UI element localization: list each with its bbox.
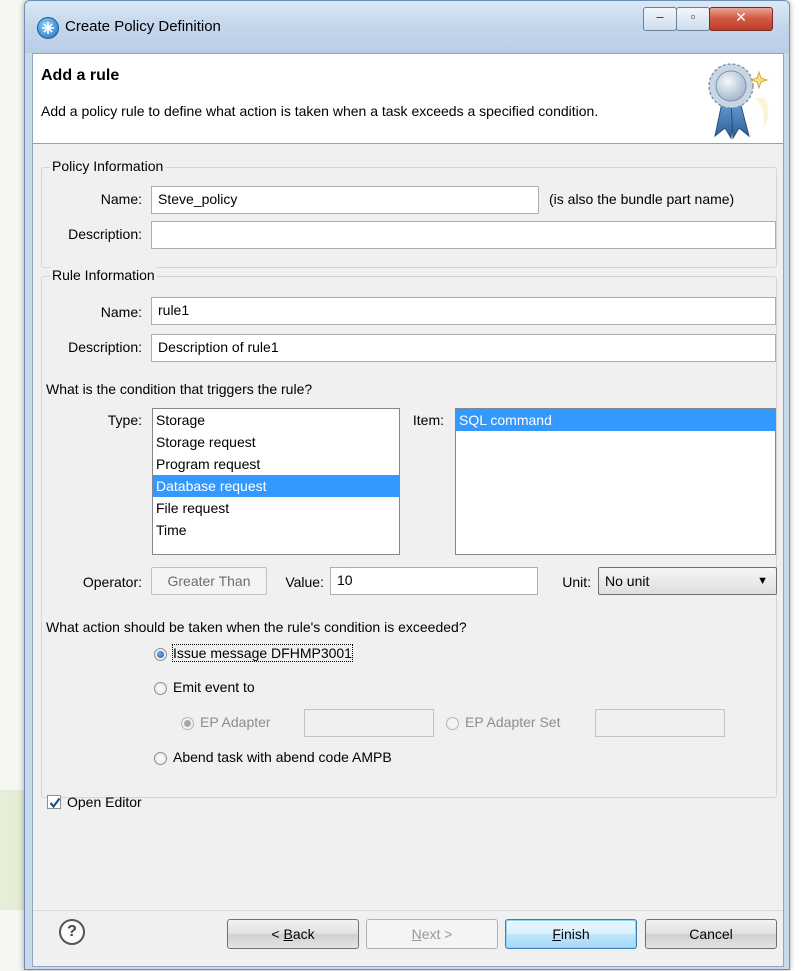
next-button-mnemonic: N [411, 926, 422, 942]
policy-description-label: Description: [68, 226, 142, 242]
rule-name-label: Name: [100, 304, 142, 320]
close-icon: ✕ [735, 9, 747, 25]
unit-dropdown[interactable]: No unit ▼ [598, 567, 777, 595]
emit-event-radio[interactable] [154, 682, 167, 695]
policy-description-input[interactable] [151, 221, 776, 249]
open-editor-label[interactable]: Open Editor [67, 794, 142, 810]
policy-name-label: Name: [100, 191, 142, 207]
item-listbox[interactable]: SQL command [455, 408, 776, 555]
page-description: Add a policy rule to define what action … [41, 103, 599, 119]
ep-adapter-set-label: EP Adapter Set [465, 714, 561, 730]
abend-radio[interactable] [154, 752, 167, 765]
back-button-label: ack [292, 926, 315, 942]
policy-name-hint: (is also the bundle part name) [549, 191, 735, 207]
award-ribbon-icon [708, 63, 769, 140]
action-question: What action should be taken when the rul… [46, 619, 467, 635]
operator-label: Operator: [82, 574, 142, 590]
type-option[interactable]: Time [153, 519, 399, 541]
emit-event-label[interactable]: Emit event to [173, 679, 255, 695]
maximize-button[interactable]: ▫ [676, 7, 710, 31]
dialog-client: Add a rule Add a policy rule to define w… [32, 53, 784, 967]
window-title: Create Policy Definition [65, 18, 221, 35]
policy-name-input[interactable]: Steve_policy [151, 186, 539, 214]
cancel-button[interactable]: Cancel [645, 919, 777, 949]
minimize-icon: – [656, 9, 664, 24]
abend-label[interactable]: Abend task with abend code AMPB [173, 749, 392, 765]
finish-button-label: inish [560, 926, 590, 942]
type-option-selected[interactable]: Database request [153, 475, 399, 497]
type-option[interactable]: Program request [153, 453, 399, 475]
back-button-mnemonic: B [283, 926, 293, 942]
rule-information-legend: Rule Information [50, 267, 157, 283]
minimize-button[interactable]: – [643, 7, 677, 31]
unit-selected-value: No unit [605, 573, 650, 589]
rule-information-group: Rule Information Name: rule1 Description… [41, 267, 777, 798]
operator-button[interactable]: Greater Than [151, 567, 267, 595]
policy-information-legend: Policy Information [50, 158, 166, 174]
ep-adapter-set-input[interactable] [595, 709, 725, 737]
page-title: Add a rule [41, 67, 120, 84]
chevron-down-icon: ▼ [757, 575, 768, 587]
type-label: Type: [107, 412, 142, 428]
type-option[interactable]: File request [153, 497, 399, 519]
ep-adapter-label: EP Adapter [200, 714, 271, 730]
unit-label: Unit: [562, 574, 591, 590]
ep-adapter-input[interactable] [304, 709, 434, 737]
footer-separator [33, 910, 783, 911]
rule-name-input[interactable]: rule1 [151, 297, 776, 325]
next-button-label: ext > [421, 926, 453, 942]
help-icon[interactable]: ? [59, 919, 85, 945]
app-icon [37, 17, 59, 39]
rule-description-label: Description: [68, 339, 142, 355]
type-listbox[interactable]: Storage Storage request Program request … [152, 408, 400, 555]
title-bar: Create Policy Definition – ▫ ✕ [25, 1, 789, 53]
item-label: Item: [412, 412, 444, 428]
value-label: Value: [285, 574, 324, 590]
back-button-prefix: < [271, 926, 284, 942]
finish-button-mnemonic: F [552, 926, 561, 942]
open-editor-checkbox[interactable] [47, 795, 61, 809]
item-option-selected[interactable]: SQL command [456, 409, 775, 431]
issue-message-label[interactable]: Issue message DFHMP3001 [172, 644, 353, 662]
type-option[interactable]: Storage request [153, 431, 399, 453]
wizard-header: Add a rule Add a policy rule to define w… [33, 54, 783, 144]
type-option[interactable]: Storage [153, 409, 399, 431]
policy-information-group: Policy Information Name: Steve_policy (i… [41, 158, 777, 268]
ep-adapter-radio[interactable] [181, 717, 194, 730]
condition-question: What is the condition that triggers the … [46, 381, 313, 397]
ep-adapter-set-radio[interactable] [446, 717, 459, 730]
checkmark-icon [49, 797, 61, 809]
rule-description-input[interactable]: Description of rule1 [151, 334, 776, 362]
close-button[interactable]: ✕ [709, 7, 773, 31]
maximize-icon: ▫ [690, 9, 696, 24]
value-input[interactable]: 10 [330, 567, 538, 595]
next-button[interactable]: Next > [366, 919, 498, 949]
back-button[interactable]: < Back [227, 919, 359, 949]
dialog-window: Create Policy Definition – ▫ ✕ Add a rul… [24, 0, 790, 970]
issue-message-radio[interactable] [154, 648, 167, 661]
finish-button[interactable]: Finish [505, 919, 637, 949]
